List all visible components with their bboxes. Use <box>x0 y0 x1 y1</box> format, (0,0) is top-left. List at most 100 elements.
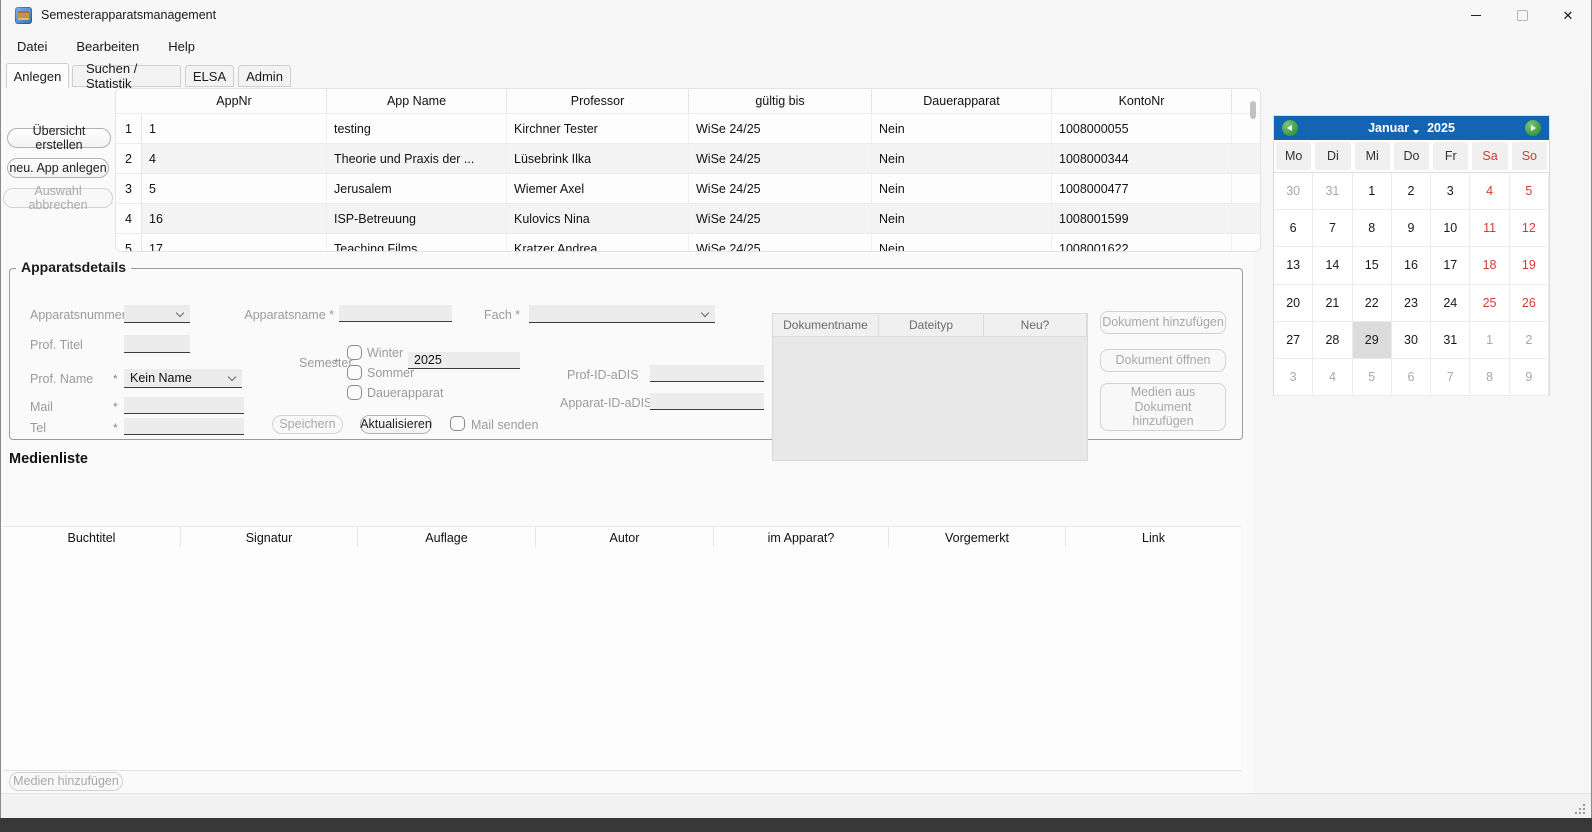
table-scrollbar-thumb[interactable] <box>1250 101 1256 119</box>
calendar-day[interactable]: 25 <box>1470 285 1509 322</box>
menu-item-help[interactable]: Help <box>168 39 195 54</box>
table-row[interactable]: 3 5 Jerusalem Wiemer Axel WiSe 24/25 Nei… <box>116 173 1260 203</box>
column-header-signatur[interactable]: Signatur <box>181 527 358 548</box>
calendar-day[interactable]: 7 <box>1431 359 1470 396</box>
calendar-day[interactable]: 27 <box>1274 322 1313 359</box>
calendar-day[interactable]: 15 <box>1353 247 1392 284</box>
calendar-day[interactable]: 21 <box>1313 285 1352 322</box>
apparatsname-field[interactable] <box>339 305 452 322</box>
calendar-day[interactable]: 18 <box>1470 247 1509 284</box>
uebersicht-erstellen-button[interactable]: Übersicht erstellen <box>7 128 111 148</box>
table-row[interactable]: 4 16 ISP-Betreuung Kulovics Nina WiSe 24… <box>116 203 1260 233</box>
calendar-day[interactable]: 9 <box>1510 359 1549 396</box>
calendar-day[interactable]: 2 <box>1392 173 1431 210</box>
calendar-day[interactable]: 14 <box>1313 247 1352 284</box>
minimize-button[interactable] <box>1453 0 1499 30</box>
column-header-autor[interactable]: Autor <box>536 527 714 548</box>
tab-elsa[interactable]: ELSA <box>185 65 234 87</box>
prev-month-button[interactable] <box>1282 120 1298 136</box>
calendar-day[interactable]: 30 <box>1274 173 1313 210</box>
table-row[interactable]: 1 1 testing Kirchner Tester WiSe 24/25 N… <box>116 113 1260 143</box>
calendar-day[interactable]: 20 <box>1274 285 1313 322</box>
dauerapparat-checkbox[interactable] <box>347 385 362 400</box>
maximize-button[interactable] <box>1499 0 1545 30</box>
calendar-day[interactable]: 4 <box>1313 359 1352 396</box>
column-header-dauerapparat[interactable]: Dauerapparat <box>872 89 1052 113</box>
column-header-appname[interactable]: App Name <box>327 89 507 113</box>
medien-hinzufuegen-button: Medien hinzufügen <box>9 772 123 791</box>
calendar-day[interactable]: 24 <box>1431 285 1470 322</box>
column-header-im-apparat[interactable]: im Apparat? <box>714 527 889 548</box>
calendar-day[interactable]: 16 <box>1392 247 1431 284</box>
calendar-day[interactable]: 30 <box>1392 322 1431 359</box>
calendar-day[interactable]: 6 <box>1274 210 1313 247</box>
calendar-day[interactable]: 7 <box>1313 210 1352 247</box>
calendar-day[interactable]: 22 <box>1353 285 1392 322</box>
winter-checkbox[interactable] <box>347 345 362 360</box>
calendar-day[interactable]: 17 <box>1431 247 1470 284</box>
calendar-day[interactable]: 19 <box>1510 247 1549 284</box>
tab-suchen-statistik[interactable]: Suchen / Statistik <box>72 65 181 87</box>
calendar-day[interactable]: 3 <box>1274 359 1313 396</box>
calendar-day[interactable]: 26 <box>1510 285 1549 322</box>
table-row[interactable]: 5 17 Teaching Films Kratzer Andrea WiSe … <box>116 233 1260 252</box>
calendar-title[interactable]: Januar 2025 <box>1368 121 1455 135</box>
calendar-day[interactable]: 12 <box>1510 210 1549 247</box>
mail-senden-checkbox[interactable] <box>450 416 465 431</box>
resize-grip-icon[interactable] <box>1573 802 1585 814</box>
column-header-kontonr[interactable]: KontoNr <box>1052 89 1232 113</box>
tab-anlegen[interactable]: Anlegen <box>6 63 69 88</box>
tel-field[interactable] <box>124 418 244 435</box>
next-month-button[interactable] <box>1525 120 1541 136</box>
calendar-day[interactable]: 4 <box>1470 173 1509 210</box>
column-header-buchtitel[interactable]: Buchtitel <box>3 527 181 548</box>
calendar-day[interactable]: 31 <box>1431 322 1470 359</box>
calendar-day[interactable]: 8 <box>1470 359 1509 396</box>
column-header-vorgemerkt[interactable]: Vorgemerkt <box>889 527 1066 548</box>
calendar-day[interactable]: 1 <box>1470 322 1509 359</box>
calendar-day[interactable]: 13 <box>1274 247 1313 284</box>
aktualisieren-button[interactable]: Aktualisieren <box>360 415 432 434</box>
fach-combobox[interactable] <box>529 305 715 323</box>
calendar-day[interactable]: 5 <box>1353 359 1392 396</box>
close-button[interactable]: ✕ <box>1545 0 1591 30</box>
column-header-dateityp[interactable]: Dateityp <box>879 314 984 336</box>
documents-table: Dokumentname Dateityp Neu? <box>772 313 1088 461</box>
calendar-day[interactable]: 1 <box>1353 173 1392 210</box>
prof-titel-field[interactable] <box>124 335 190 353</box>
menu-item-datei[interactable]: Datei <box>17 39 47 54</box>
column-header-gueltig-bis[interactable]: gültig bis <box>689 89 872 113</box>
apparat-id-adis-field[interactable] <box>650 393 764 410</box>
column-header-appnr[interactable]: AppNr <box>142 89 327 113</box>
column-header-auflage[interactable]: Auflage <box>358 527 536 548</box>
calendar-day[interactable]: 10 <box>1431 210 1470 247</box>
sommer-checkbox[interactable] <box>347 365 362 380</box>
calendar-weekday-label: So <box>1512 142 1547 170</box>
calendar-day[interactable]: 29 <box>1353 322 1392 359</box>
mail-field[interactable] <box>124 397 244 414</box>
column-header-professor[interactable]: Professor <box>507 89 689 113</box>
table-row[interactable]: 2 4 Theorie und Praxis der ... Lüsebrink… <box>116 143 1260 173</box>
calendar-day[interactable]: 5 <box>1510 173 1549 210</box>
calendar-day[interactable]: 11 <box>1470 210 1509 247</box>
column-header-neu[interactable]: Neu? <box>984 314 1087 336</box>
column-header-dokumentname[interactable]: Dokumentname <box>773 314 879 336</box>
calendar-day[interactable]: 6 <box>1392 359 1431 396</box>
tab-admin[interactable]: Admin <box>238 65 291 87</box>
prof-name-combobox[interactable]: Kein Name <box>124 369 242 388</box>
calendar-day[interactable]: 3 <box>1431 173 1470 210</box>
neue-app-anlegen-button[interactable]: neu. App anlegen <box>7 158 109 178</box>
calendar-day[interactable]: 2 <box>1510 322 1549 359</box>
calendar-day[interactable]: 9 <box>1392 210 1431 247</box>
semester-year-field[interactable]: 2025 <box>408 352 520 369</box>
calendar-day[interactable]: 31 <box>1313 173 1352 210</box>
prof-id-adis-field[interactable] <box>650 365 764 382</box>
column-header-link[interactable]: Link <box>1066 527 1241 548</box>
calendar-month[interactable]: Januar <box>1368 121 1409 135</box>
calendar-year[interactable]: 2025 <box>1427 121 1455 135</box>
calendar-day[interactable]: 28 <box>1313 322 1352 359</box>
apparatsnummer-combobox[interactable] <box>124 305 190 323</box>
calendar-day[interactable]: 8 <box>1353 210 1392 247</box>
calendar-day[interactable]: 23 <box>1392 285 1431 322</box>
menu-item-bearbeiten[interactable]: Bearbeiten <box>76 39 139 54</box>
